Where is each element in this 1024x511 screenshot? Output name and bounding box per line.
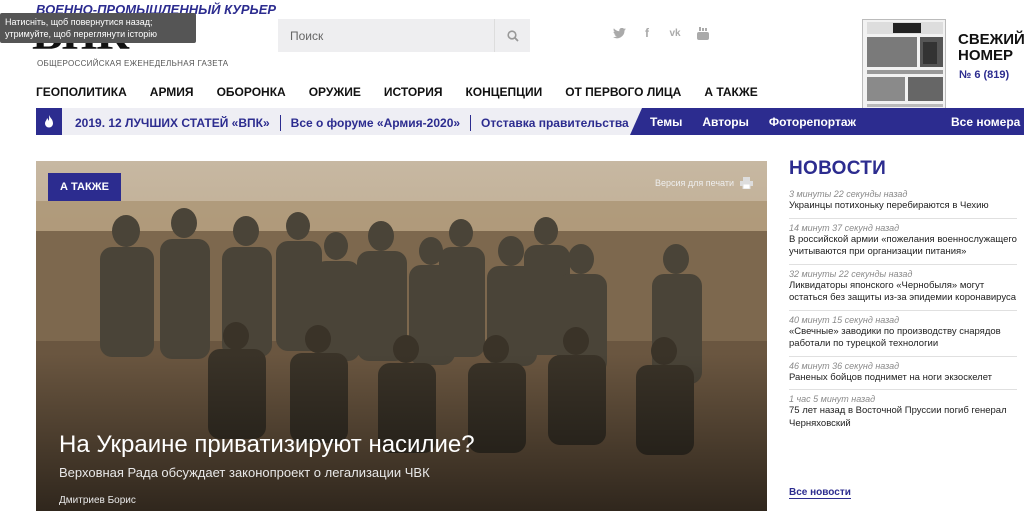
- link-army-forum[interactable]: Все о форуме «Армия-2020»: [291, 116, 460, 130]
- hero-title[interactable]: На Украине приватизируют насилие?: [59, 431, 475, 459]
- nav-item-geopolitics[interactable]: ГЕОПОЛИТИКА: [36, 85, 127, 99]
- twitter-icon[interactable]: [612, 26, 626, 40]
- nav-item-first-person[interactable]: ОТ ПЕРВОГО ЛИЦА: [565, 85, 681, 99]
- news-text[interactable]: «Свечные» заводики по производству снаря…: [789, 326, 1017, 351]
- social-links: f vk: [612, 26, 710, 40]
- featured-links: 2019. 12 ЛУЧШИХ СТАТЕЙ «ВПК» Все о форум…: [75, 115, 629, 131]
- news-time: 1 час 5 минут назад: [789, 394, 876, 404]
- link-government-resignation[interactable]: Отставка правительства: [481, 116, 629, 130]
- issue-number[interactable]: № 6 (819): [959, 69, 1009, 81]
- news-time: 3 минуты 22 секунды назад: [789, 189, 908, 199]
- news-item[interactable]: 14 минут 37 секунд назад В российской ар…: [789, 222, 1017, 265]
- news-item[interactable]: 32 минуты 22 секунды назад Ликвидаторы я…: [789, 268, 1017, 311]
- tooltip-line-1: Натисніть, щоб повернутися назад;: [5, 17, 153, 27]
- news-time: 40 минут 15 секунд назад: [789, 314, 900, 325]
- news-text[interactable]: 75 лет назад в Восточной Пруссии погиб г…: [789, 405, 1017, 430]
- printer-icon: [740, 177, 753, 189]
- link-best-articles[interactable]: 2019. 12 ЛУЧШИХ СТАТЕЙ «ВПК»: [75, 116, 270, 130]
- main-nav: ГЕОПОЛИТИКА АРМИЯ ОБОРОНКА ОРУЖИЕ ИСТОРИ…: [36, 85, 758, 99]
- link-all-issues[interactable]: Все номера: [951, 115, 1020, 129]
- news-heading[interactable]: НОВОСТИ: [789, 158, 886, 180]
- nav-item-defense-industry[interactable]: ОБОРОНКА: [217, 85, 286, 99]
- search-box: [278, 19, 530, 52]
- hero-author[interactable]: Дмитриев Борис: [59, 495, 136, 506]
- nav-item-also[interactable]: А ТАКЖЕ: [704, 85, 757, 99]
- section-links: Темы Авторы Фоторепортаж: [650, 115, 856, 129]
- news-item[interactable]: 1 час 5 минут назад 75 лет назад в Восто…: [789, 393, 1017, 435]
- divider: [470, 115, 472, 131]
- hero-article[interactable]: А ТАКЖЕ Версия для печати На Украине при…: [36, 161, 767, 511]
- link-topics[interactable]: Темы: [650, 115, 682, 129]
- print-version-link[interactable]: Версия для печати: [655, 177, 753, 189]
- news-text[interactable]: Раненых бойцов поднимет на ноги экзоскел…: [789, 372, 1017, 385]
- nav-item-weapons[interactable]: ОРУЖИЕ: [309, 85, 361, 99]
- news-item[interactable]: 46 минут 36 секунд назад Раненых бойцов …: [789, 360, 1017, 390]
- nav-item-army[interactable]: АРМИЯ: [150, 85, 194, 99]
- all-news-link[interactable]: Все новости: [789, 487, 851, 499]
- print-label: Версия для печати: [654, 178, 734, 188]
- divider: [279, 115, 281, 131]
- link-authors[interactable]: Авторы: [702, 115, 749, 129]
- tooltip-line-2: утримуйте, щоб переглянути історію: [5, 29, 157, 39]
- category-tag[interactable]: А ТАКЖЕ: [48, 173, 121, 201]
- fresh-issue-title[interactable]: СВЕЖИЙ НОМЕР: [958, 32, 1024, 64]
- news-text[interactable]: В российской армии «пожелания военнослуж…: [789, 234, 1017, 259]
- youtube-icon[interactable]: [696, 26, 710, 40]
- facebook-icon[interactable]: f: [640, 26, 654, 40]
- link-photo-report[interactable]: Фоторепортаж: [769, 115, 856, 129]
- page: ВОЕННО-ПРОМЫШЛЕННЫЙ КУРЬЕР ВПК ОБЩЕРОССИ…: [0, 0, 1024, 511]
- search-input[interactable]: [278, 19, 494, 52]
- search-button[interactable]: [494, 19, 530, 52]
- news-text[interactable]: Ликвидаторы японского «Чернобыля» могут …: [789, 280, 1017, 305]
- search-icon: [506, 29, 519, 42]
- back-tooltip: Натисніть, щоб повернутися назад; утриму…: [0, 13, 196, 43]
- logo-subtitle: ОБЩЕРОССИЙСКАЯ ЕЖЕНЕДЕЛЬНАЯ ГАЗЕТА: [37, 59, 229, 68]
- news-time: 32 минуты 22 секунды назад: [789, 268, 913, 279]
- news-item[interactable]: 3 минуты 22 секунды назад Украинцы потих…: [789, 188, 1017, 219]
- news-time: 46 минут 36 секунд назад: [789, 360, 900, 371]
- flame-icon: [36, 108, 62, 135]
- news-list: 3 минуты 22 секунды назад Украинцы потих…: [789, 188, 1017, 438]
- news-text[interactable]: Украинцы потихоньку перебираются в Чехию: [789, 200, 1017, 213]
- nav-item-concepts[interactable]: КОНЦЕПЦИИ: [465, 85, 542, 99]
- news-time: 14 минут 37 секунд назад: [789, 222, 900, 233]
- nav-item-history[interactable]: ИСТОРИЯ: [384, 85, 443, 99]
- news-item[interactable]: 40 минут 15 секунд назад «Свечные» завод…: [789, 314, 1017, 357]
- hero-subtitle: Верховная Рада обсуждает законопроект о …: [59, 465, 430, 480]
- vk-icon[interactable]: vk: [668, 26, 682, 40]
